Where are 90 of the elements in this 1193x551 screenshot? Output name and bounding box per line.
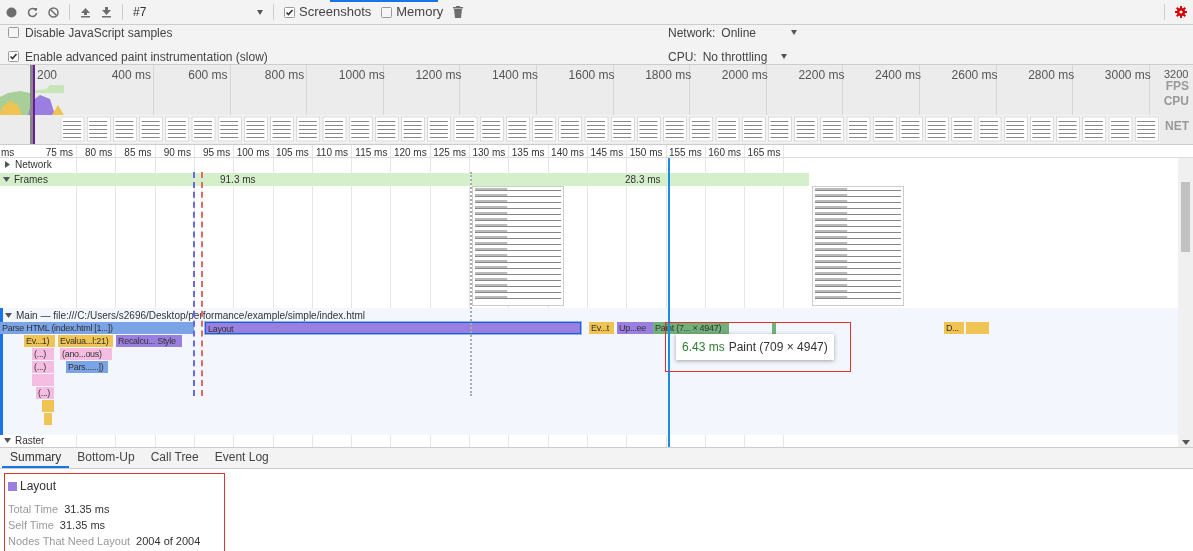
frame-bar[interactable] xyxy=(0,173,470,186)
flame-event[interactable]: (...) xyxy=(32,361,54,373)
ruler-tick-label: 160 ms xyxy=(707,146,742,160)
setting-label: Disable JavaScript samples xyxy=(25,24,173,42)
summary-value: 2004 of 2004 xyxy=(136,534,201,549)
record-icon[interactable] xyxy=(6,6,17,18)
summary-label: Self Time xyxy=(8,518,54,533)
expanded-triangle-icon[interactable] xyxy=(3,176,10,183)
trash-icon[interactable] xyxy=(453,6,464,18)
track-label[interactable]: Main — file:///C:/Users/s2696/Desktop/performance/example/simple/index.html xyxy=(16,307,366,323)
ruler-tick-label: 105 ms xyxy=(275,146,309,160)
flame-event[interactable]: Ev...1) xyxy=(24,335,55,347)
throttle-select[interactable]: No throttling xyxy=(702,47,787,66)
scrollbar-thumb[interactable] xyxy=(1181,182,1190,252)
overview-tick-label: 600 ms xyxy=(187,67,228,84)
recording-select[interactable]: #7 xyxy=(133,3,263,21)
clear-icon[interactable] xyxy=(48,6,59,18)
ruler-tick-label: 75 ms xyxy=(44,146,73,160)
checkbox[interactable] xyxy=(8,27,19,38)
ruler-tick-label: 100 ms xyxy=(235,146,270,160)
overview-track-label: CPU xyxy=(1163,93,1189,110)
frame-duration: 28.3 ms xyxy=(625,173,661,186)
ruler-tick-label: 120 ms xyxy=(392,146,427,160)
ruler-tick-label: 110 ms xyxy=(315,146,349,160)
summary-value: 31.35 ms xyxy=(64,502,110,517)
throttle-select[interactable]: Online xyxy=(721,23,798,42)
panel-tab[interactable]: Call Tree xyxy=(142,448,207,468)
panel-tab[interactable]: Event Log xyxy=(206,448,277,468)
ruler-tick-label: ms xyxy=(1,146,15,160)
overview-tick-label: 3200 xyxy=(1164,67,1189,81)
flame-event[interactable]: Layout xyxy=(205,322,581,334)
ruler-tick-label: 125 ms xyxy=(432,146,466,160)
expanded-triangle-icon[interactable] xyxy=(4,437,11,444)
ruler-tick-label: 140 ms xyxy=(550,146,584,160)
ruler-tick-label: 155 ms xyxy=(668,146,702,160)
overview-track-label: NET xyxy=(1165,118,1189,135)
track-label[interactable]: Raster xyxy=(15,435,45,446)
setting-label: Enable advanced paint instrumentation (slow) xyxy=(25,48,268,66)
flame-event[interactable]: (ano...ous) xyxy=(60,348,112,360)
flame-event[interactable]: Pars......]) xyxy=(66,361,108,373)
track-label[interactable]: Network xyxy=(15,157,52,172)
flame-event[interactable]: Recalcu... Style xyxy=(116,335,182,347)
expanded-triangle-icon[interactable] xyxy=(5,311,12,319)
checkbox[interactable] xyxy=(381,6,393,18)
ruler-tick-label: 150 ms xyxy=(628,146,663,160)
frame-bar[interactable] xyxy=(471,173,809,186)
overview-tick-label: 400 ms xyxy=(110,67,151,84)
flame-event[interactable]: D... xyxy=(944,322,964,334)
ruler-tick-label: 95 ms xyxy=(201,146,231,160)
upload-icon[interactable] xyxy=(80,6,91,18)
download-icon[interactable] xyxy=(101,6,112,18)
panel-tab[interactable]: Bottom-Up xyxy=(69,448,143,468)
option-label: Screenshots xyxy=(299,3,372,22)
option-label: Memory xyxy=(396,3,444,22)
ruler-tick-label: 115 ms xyxy=(354,146,388,160)
summary-label: Nodes That Need Layout xyxy=(8,534,131,549)
flame-event[interactable]: Parse HTML (index.html [1...]) xyxy=(0,322,194,334)
overview-track-label: FPS xyxy=(1165,78,1189,95)
settings-icon[interactable] xyxy=(1175,6,1187,18)
dropdown-arrow-icon xyxy=(780,54,787,59)
ruler-tick-label: 145 ms xyxy=(589,146,624,160)
checkbox[interactable] xyxy=(284,6,295,18)
tooltip-label: Paint (709 × 4947) xyxy=(728,339,828,356)
checkbox[interactable] xyxy=(8,51,19,62)
panel-tab[interactable]: Summary xyxy=(2,448,70,468)
summary-title: Layout xyxy=(20,478,57,495)
ruler-tick-label: 90 ms xyxy=(162,146,191,160)
summary-label: Total Time xyxy=(8,502,59,517)
flame-event[interactable]: Ev...t xyxy=(589,322,614,334)
overview-tick-label: 800 ms xyxy=(263,67,305,84)
throttle-label: Network: xyxy=(668,24,716,42)
ruler-tick-label: 80 ms xyxy=(84,146,113,160)
vertical-scrollbar[interactable] xyxy=(1178,158,1193,447)
flame-event[interactable]: (...) xyxy=(36,387,54,399)
throttle-label: CPU: xyxy=(668,48,697,66)
flame-event[interactable]: Evalua...l:21) xyxy=(58,335,113,347)
flame-event[interactable]: (...) xyxy=(32,348,54,360)
dropdown-arrow-icon xyxy=(791,30,798,35)
dropdown-arrow-icon xyxy=(257,9,263,15)
collapsed-triangle-icon[interactable] xyxy=(4,161,11,168)
reload-icon[interactable] xyxy=(27,6,38,18)
ruler-tick-label: 165 ms xyxy=(746,146,781,160)
overview-tick-label: 200 xyxy=(37,67,58,84)
summary-value: 31.35 ms xyxy=(59,518,106,533)
ruler-tick-label: 135 ms xyxy=(510,146,545,160)
ruler-tick-label: 85 ms xyxy=(123,146,152,160)
flame-event[interactable]: Up...ee xyxy=(617,322,653,334)
tooltip-duration: 6.43 ms xyxy=(682,339,725,356)
frame-duration: 91.3 ms xyxy=(220,173,256,186)
ruler-tick-label: 130 ms xyxy=(471,146,506,160)
